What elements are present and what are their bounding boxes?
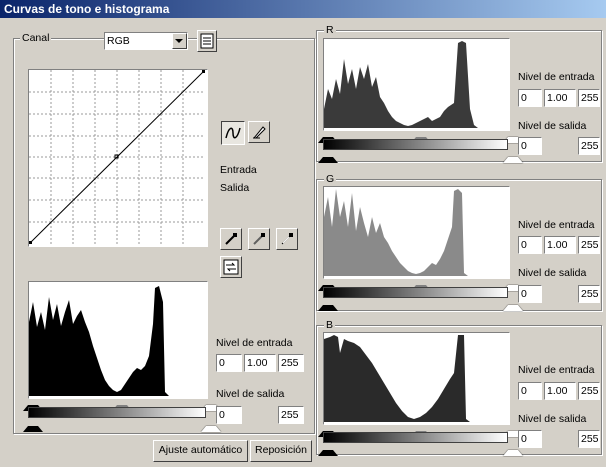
channel-r-output-black-field[interactable]: 0 <box>518 137 542 155</box>
curve-point-start[interactable] <box>29 241 32 244</box>
main-output-gradient <box>28 407 206 418</box>
channel-b-input-level-label: Nivel de entrada <box>518 364 595 376</box>
main-input-white-field[interactable]: 255 <box>278 354 304 372</box>
main-histogram-canvas <box>29 286 169 396</box>
channel-g-input-level-label: Nivel de entrada <box>518 219 595 231</box>
chevron-down-icon[interactable] <box>172 33 187 49</box>
channel-g-histogram-canvas <box>324 189 468 276</box>
channel-b-histogram-canvas <box>324 335 470 422</box>
main-input-black-field[interactable]: 0 <box>216 354 242 372</box>
channel-r-label: R <box>324 24 336 36</box>
reset-button[interactable]: Reposición <box>250 440 312 462</box>
main-output-white-field[interactable]: 255 <box>278 406 304 424</box>
smooth-curve-icon <box>225 127 241 139</box>
salida-label: Salida <box>220 182 250 194</box>
channel-r-output-slider[interactable] <box>318 150 523 163</box>
white-point-eyedropper-button[interactable] <box>276 228 298 250</box>
channel-r-histogram-canvas <box>324 41 478 128</box>
channel-g-label: G <box>324 173 337 185</box>
channel-g-input-black-field[interactable]: 0 <box>518 236 542 254</box>
gray-point-eyedropper-button[interactable] <box>248 228 270 250</box>
curve-point-mid[interactable] <box>114 154 119 159</box>
channel-b-input-slider[interactable] <box>318 424 523 437</box>
channel-r-output-white-field[interactable]: 255 <box>578 137 600 155</box>
main-input-gamma-field[interactable]: 1.00 <box>244 354 276 372</box>
curve-point-end[interactable] <box>202 70 205 73</box>
channel-g-output-level-label: Nivel de salida <box>518 267 587 279</box>
document-icon <box>200 33 214 49</box>
channel-b-label: B <box>324 319 336 331</box>
eyedropper-white-icon <box>281 233 293 245</box>
freehand-curve-button[interactable] <box>248 121 270 143</box>
channel-b-output-white-field[interactable]: 255 <box>578 430 600 448</box>
channel-label: Canal <box>20 32 52 44</box>
invert-curve-button[interactable] <box>220 256 242 278</box>
channel-b-output-slider[interactable] <box>318 443 523 456</box>
main-input-level-label: Nivel de entrada <box>216 337 293 349</box>
pencil-icon <box>252 126 266 139</box>
smooth-curve-button[interactable] <box>221 121 245 145</box>
channel-g-input-slider[interactable] <box>318 278 523 291</box>
channel-r-output-level-label: Nivel de salida <box>518 120 587 132</box>
eyedropper-gray-icon <box>253 233 265 245</box>
main-input-slider[interactable] <box>23 398 221 411</box>
channel-g-output-gradient <box>323 287 508 298</box>
channel-r-output-gradient <box>323 139 508 150</box>
main-output-level-label: Nivel de salida <box>216 388 285 400</box>
curve-graph[interactable] <box>28 69 208 247</box>
channel-b-output-gradient <box>323 432 508 443</box>
main-output-slider[interactable] <box>23 419 221 432</box>
curve-canvas[interactable] <box>29 70 205 244</box>
channel-b-output-level-label: Nivel de salida <box>518 413 587 425</box>
auto-adjust-button[interactable]: Ajuste automático <box>153 440 248 462</box>
channel-r-histogram <box>323 38 510 131</box>
channel-b-input-gamma-field[interactable]: 1.00 <box>544 382 576 400</box>
channel-g-output-slider[interactable] <box>318 298 523 311</box>
channel-b-histogram <box>323 332 510 425</box>
channel-select[interactable]: RGB <box>104 32 188 50</box>
channel-select-value: RGB <box>107 35 130 47</box>
channel-b-output-black-handle[interactable] <box>318 443 338 456</box>
channel-g-output-black-handle[interactable] <box>318 298 338 311</box>
title-bar: Curvas de tono e histograma <box>0 0 606 18</box>
main-histogram <box>28 281 208 399</box>
channel-g-input-white-field[interactable]: 255 <box>578 236 600 254</box>
channel-b-input-white-field[interactable]: 255 <box>578 382 600 400</box>
channel-r-input-level-label: Nivel de entrada <box>518 71 595 83</box>
channel-g-histogram <box>323 186 510 279</box>
window-title: Curvas de tono e histograma <box>4 2 170 16</box>
channel-g-output-black-field[interactable]: 0 <box>518 285 542 303</box>
channel-g-output-white-field[interactable]: 255 <box>578 285 600 303</box>
channel-r-input-black-field[interactable]: 0 <box>518 89 542 107</box>
eyedropper-black-icon <box>225 233 237 245</box>
main-output-black-field[interactable]: 0 <box>216 406 242 424</box>
channel-b-input-black-field[interactable]: 0 <box>518 382 542 400</box>
channel-r-input-gamma-field[interactable]: 1.00 <box>544 89 576 107</box>
channel-g-input-gamma-field[interactable]: 1.00 <box>544 236 576 254</box>
channel-r-input-slider[interactable] <box>318 130 523 143</box>
entrada-label: Entrada <box>220 164 257 176</box>
channel-b-output-black-field[interactable]: 0 <box>518 430 542 448</box>
channel-r-output-black-handle[interactable] <box>318 150 338 163</box>
swap-icon <box>223 259 239 275</box>
channel-r-input-white-field[interactable]: 255 <box>578 89 600 107</box>
black-point-eyedropper-button[interactable] <box>220 228 242 250</box>
output-black-handle[interactable] <box>23 419 43 432</box>
save-load-curve-button[interactable] <box>197 30 217 52</box>
